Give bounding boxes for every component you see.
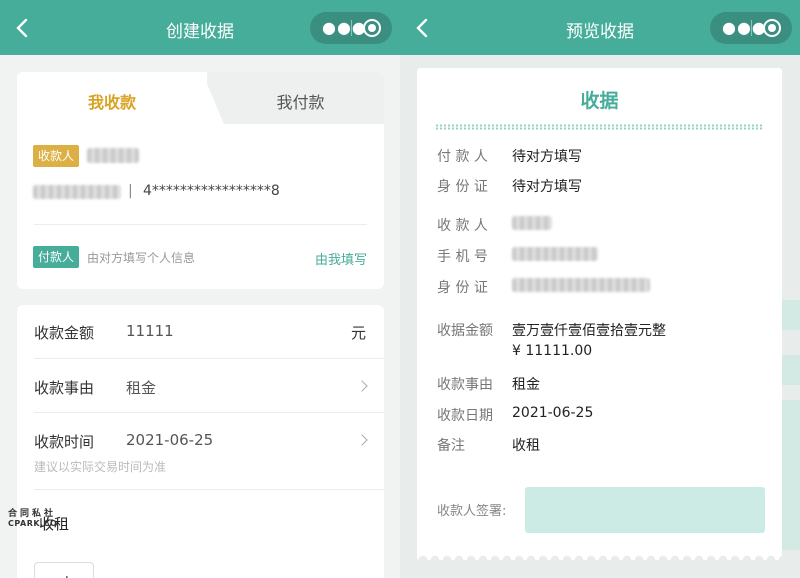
payee-name-redacted	[87, 148, 139, 163]
divider	[34, 224, 367, 225]
preview-receipt-screen: 预览收据 ●●● 收据 付 款 人 待对方填写 身 份 证 待对方填写 收 款 …	[400, 0, 800, 578]
payee-id-redacted	[512, 278, 650, 292]
payee-badge: 收款人	[33, 145, 80, 167]
navbar: 创建收据 ●●●	[0, 0, 400, 55]
capsule-divider	[351, 20, 352, 36]
mini-program-capsule: ●●●	[710, 12, 792, 44]
tab-pay[interactable]: 我付款	[217, 89, 384, 113]
receipt-paper: 收据 付 款 人 待对方填写 身 份 证 待对方填写 收 款 人 手 机 号 身…	[417, 68, 782, 566]
party-card: 我收款 我付款 收款人 | 4*****************8 付款人 由对…	[17, 72, 384, 289]
date-label: 收款日期	[437, 408, 493, 424]
note-input[interactable]: +	[34, 562, 94, 578]
separator: |	[128, 183, 133, 199]
phone-label: 手 机 号	[437, 249, 488, 265]
payer-id-label: 身 份 证	[437, 179, 488, 195]
divider	[34, 489, 384, 490]
tab-bar: 我收款 我付款	[17, 72, 384, 124]
add-icon: +	[61, 573, 73, 578]
watermark-logo: 合同私社 CPARK.CO	[8, 506, 70, 532]
reason-label: 收款事由	[34, 379, 95, 397]
date-value: 2021-06-25	[512, 405, 594, 421]
amount-label: 收据金额	[437, 323, 493, 339]
amount-label: 收款金额	[34, 324, 95, 342]
payee-phone-redacted	[33, 185, 121, 199]
navbar: 预览收据 ●●●	[400, 0, 800, 55]
amount-unit: 元	[350, 324, 366, 342]
reason-value: 租金	[512, 377, 540, 393]
payer-badge: 付款人	[33, 246, 80, 268]
amount-upper: 壹万壹仟壹佰壹拾壹元整	[512, 323, 666, 339]
more-icon[interactable]: ●●●	[722, 18, 767, 37]
payer-value: 待对方填写	[512, 149, 582, 165]
target-icon[interactable]	[763, 19, 781, 37]
time-label: 收款时间	[34, 433, 95, 451]
remark-value: 收租	[512, 438, 540, 454]
chevron-right-icon[interactable]	[356, 434, 368, 446]
watermark-bottom: CPARK.CO	[8, 519, 58, 528]
phone-redacted	[512, 247, 598, 261]
capsule-divider	[751, 20, 752, 36]
more-icon[interactable]: ●●●	[322, 18, 367, 37]
time-picker[interactable]: 2021-06-25	[126, 431, 213, 449]
mini-program-capsule: ●●●	[310, 12, 392, 44]
create-receipt-screen: 创建收据 ●●● 我收款 我付款 收款人 | 4****************…	[0, 0, 400, 578]
watermark-top: 合同私社	[8, 509, 57, 519]
chevron-right-icon[interactable]	[356, 380, 368, 392]
reason-label: 收款事由	[437, 377, 493, 393]
payee-name-redacted	[512, 216, 552, 230]
dotted-divider	[435, 124, 764, 130]
remark-label: 备注	[437, 438, 465, 454]
signature-label: 收款人签署:	[437, 504, 507, 519]
time-hint: 建议以实际交易时间为准	[34, 460, 167, 474]
payer-id-value: 待对方填写	[512, 179, 582, 195]
receipt-form: 收款金额 11111 元 收款事由 租金 收款时间 2021-06-25 建议以…	[17, 305, 384, 578]
scalloped-edge	[417, 554, 782, 566]
amount-number: ¥ 11111.00	[512, 343, 593, 359]
tab-receive[interactable]: 我收款	[17, 89, 207, 113]
amount-input[interactable]: 11111	[126, 322, 174, 340]
payee-id-label: 身 份 证	[437, 280, 488, 296]
payer-hint: 由对方填写个人信息	[87, 251, 196, 265]
payee-id-masked: 4*****************8	[143, 183, 280, 199]
self-fill-link[interactable]: 由我填写	[315, 249, 367, 268]
reason-select[interactable]: 租金	[126, 377, 156, 398]
divider	[34, 412, 384, 413]
target-icon[interactable]	[363, 19, 381, 37]
payer-label: 付 款 人	[437, 149, 488, 165]
payee-label: 收 款 人	[437, 218, 488, 234]
receipt-title: 收据	[580, 90, 619, 112]
signature-pad[interactable]	[525, 487, 765, 533]
divider	[34, 358, 384, 359]
